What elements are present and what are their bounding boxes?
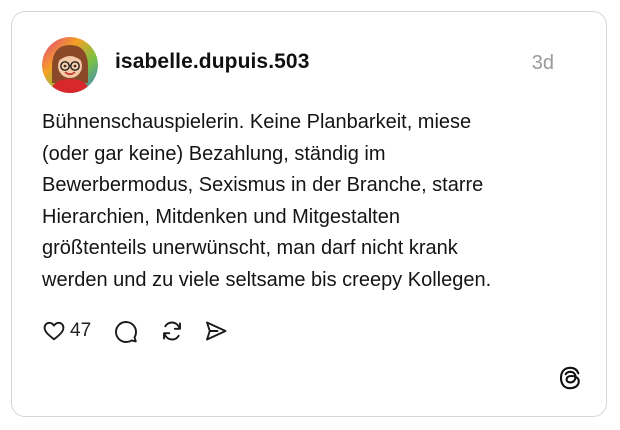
comment-icon bbox=[115, 321, 138, 343]
like-button[interactable]: 47 bbox=[42, 319, 91, 343]
comment-button[interactable] bbox=[113, 318, 139, 344]
repost-button[interactable] bbox=[159, 318, 185, 344]
share-button[interactable] bbox=[203, 318, 229, 344]
username[interactable]: isabelle.dupuis.503 bbox=[115, 50, 309, 74]
avatar-image bbox=[42, 37, 98, 93]
post-timestamp: 3d bbox=[531, 52, 554, 74]
action-bar: 47 bbox=[42, 316, 229, 346]
repost-icon bbox=[163, 321, 182, 341]
send-icon bbox=[206, 321, 227, 341]
avatar[interactable] bbox=[42, 37, 98, 93]
threads-logo-icon[interactable] bbox=[557, 365, 583, 391]
post-card: isabelle.dupuis.503 3d Bühnenschauspiele… bbox=[11, 11, 607, 417]
post-text: Bühnenschauspielerin. Keine Planbarkeit,… bbox=[42, 111, 492, 291]
heart-icon bbox=[43, 321, 65, 341]
like-count: 47 bbox=[70, 320, 92, 341]
threads-logo-svg bbox=[559, 366, 580, 390]
